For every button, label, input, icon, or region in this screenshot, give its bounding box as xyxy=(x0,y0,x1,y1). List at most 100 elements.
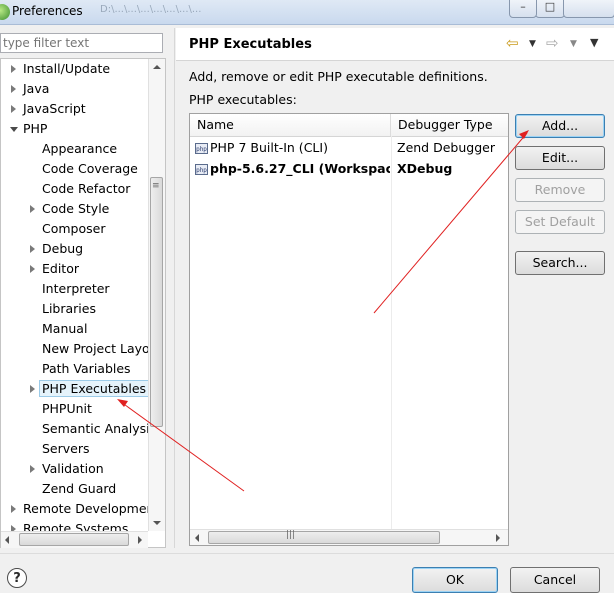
tree-item[interactable]: Code Refactor xyxy=(42,179,130,199)
page-description: Add, remove or edit PHP executable defin… xyxy=(189,69,488,84)
tree-item[interactable]: Path Variables xyxy=(42,359,131,379)
tree-item[interactable]: Remote Development xyxy=(11,499,160,519)
help-icon[interactable]: ? xyxy=(7,568,27,588)
tree-item[interactable]: Zend Guard xyxy=(42,479,116,499)
view-menu-chevron-down-icon[interactable]: ▼ xyxy=(590,33,598,53)
tree-item[interactable]: PHP Executables xyxy=(30,379,150,399)
executable-name: PHP 7 Built-In (CLI) xyxy=(210,140,328,155)
collapsed-chevron-icon[interactable] xyxy=(30,385,35,393)
scroll-thumb[interactable] xyxy=(19,533,129,546)
preference-tree[interactable]: Install/Update Java JavaScript PHP Appearanc… xyxy=(0,58,166,548)
collapsed-chevron-icon[interactable] xyxy=(11,505,16,513)
scroll-up-icon[interactable] xyxy=(153,65,161,69)
table-row[interactable]: phpphp-5.6.27_CLI (Workspace ... XDebug xyxy=(190,159,508,179)
scroll-left-icon[interactable] xyxy=(5,536,9,544)
tree-item[interactable]: Composer xyxy=(42,219,105,239)
tree-vertical-scrollbar[interactable]: ≡ xyxy=(148,59,165,531)
tree-horizontal-scrollbar[interactable] xyxy=(1,531,148,548)
filter-input[interactable] xyxy=(3,35,153,51)
scroll-left-icon[interactable] xyxy=(195,534,199,542)
forward-arrow-icon[interactable]: ⇨ xyxy=(546,33,559,53)
edit-button[interactable]: Edit... xyxy=(515,146,605,170)
search-button[interactable]: Search... xyxy=(515,251,605,275)
tree-item[interactable]: Java xyxy=(11,79,50,99)
tree-item[interactable]: Code Coverage xyxy=(42,159,138,179)
back-arrow-icon[interactable]: ⇦ xyxy=(506,33,519,53)
minimize-icon[interactable]: – xyxy=(509,0,537,18)
page-title: PHP Executables xyxy=(189,37,312,52)
tree-item-label: Java xyxy=(23,81,50,96)
ok-button[interactable]: OK xyxy=(412,567,498,593)
tree-item-label: Remote Development xyxy=(23,501,160,516)
executables-table[interactable]: Name Debugger Type php PHP 7 Built-In (CL… xyxy=(189,113,509,546)
debugger-cell: Zend Debugger xyxy=(397,140,495,155)
tree-item[interactable]: Editor xyxy=(30,259,79,279)
column-header-debugger-type[interactable]: Debugger Type xyxy=(391,114,508,136)
tree-item-label: Zend Guard xyxy=(42,481,117,496)
close-icon[interactable] xyxy=(563,0,614,18)
tree-item-label: Code Refactor xyxy=(42,181,131,196)
scroll-right-icon[interactable] xyxy=(138,536,142,544)
tree-item-label: Appearance xyxy=(42,141,118,156)
tree-item[interactable]: Servers xyxy=(42,439,90,459)
cancel-button[interactable]: Cancel xyxy=(510,567,600,593)
tree-item-label: Code Coverage xyxy=(42,161,138,176)
tree-item-label: Composer xyxy=(42,221,106,236)
tree-item[interactable]: PHPUnit xyxy=(42,399,92,419)
panel-divider[interactable] xyxy=(174,28,175,548)
collapsed-chevron-icon[interactable] xyxy=(11,65,16,73)
column-header-name[interactable]: Name xyxy=(190,114,391,136)
tree-item[interactable]: New Project Layout xyxy=(42,339,162,359)
tree-item-label: PHPUnit xyxy=(42,401,92,416)
tree-item[interactable]: Semantic Analysis xyxy=(42,419,156,439)
scroll-thumb[interactable] xyxy=(150,177,163,427)
tree-item-label: Editor xyxy=(42,261,79,276)
column-separator xyxy=(391,136,392,530)
tree-item[interactable]: Interpreter xyxy=(42,279,110,299)
scroll-down-icon[interactable] xyxy=(153,521,161,525)
scroll-thumb[interactable] xyxy=(208,531,440,544)
table-row[interactable]: php PHP 7 Built-In (CLI) Zend Debugger xyxy=(190,138,508,158)
grip-icon: ≡ xyxy=(152,181,160,191)
php-icon: php xyxy=(195,143,208,154)
tree-item-label: JavaScript xyxy=(23,101,86,116)
forward-menu-chevron-down-icon[interactable]: ▼ xyxy=(570,34,577,54)
tree-item-label: Debug xyxy=(42,241,84,256)
tree-item[interactable]: Appearance xyxy=(42,139,117,159)
collapsed-chevron-icon[interactable] xyxy=(11,105,16,113)
tree-item-label: PHP xyxy=(23,121,48,136)
tree-item[interactable]: Libraries xyxy=(42,299,96,319)
tree-item-label: Semantic Analysis xyxy=(42,421,157,436)
add-button[interactable]: Add... xyxy=(515,114,605,138)
title-bar[interactable]: Preferences D:\...\...\...\...\...\...\.… xyxy=(0,0,614,25)
tree-item[interactable]: Install/Update xyxy=(11,59,111,79)
tree-item[interactable]: Manual xyxy=(42,319,87,339)
tree-item-label: Install/Update xyxy=(23,61,111,76)
back-menu-chevron-down-icon[interactable]: ▼ xyxy=(529,34,536,54)
scroll-right-icon[interactable] xyxy=(496,534,500,542)
tree-item[interactable]: JavaScript xyxy=(11,99,86,119)
tree-item[interactable]: Code Style xyxy=(30,199,109,219)
collapsed-chevron-icon[interactable] xyxy=(30,265,35,273)
tree-item-label: Manual xyxy=(42,321,88,336)
collapsed-chevron-icon[interactable] xyxy=(30,465,35,473)
table-header: Name Debugger Type xyxy=(190,114,508,137)
table-horizontal-scrollbar[interactable]: ||| xyxy=(190,529,508,545)
tree-item-label: Servers xyxy=(42,441,90,456)
collapsed-chevron-icon[interactable] xyxy=(30,245,35,253)
name-cell: php PHP 7 Built-In (CLI) xyxy=(195,138,390,158)
tree-item[interactable]: PHP xyxy=(10,119,48,139)
collapsed-chevron-icon[interactable] xyxy=(11,85,16,93)
eclipse-app-icon xyxy=(0,4,10,20)
executables-label: PHP executables: xyxy=(189,92,297,107)
filter-field[interactable] xyxy=(0,33,163,53)
restore-icon[interactable]: □ xyxy=(535,0,565,18)
name-cell: phpphp-5.6.27_CLI (Workspace ... xyxy=(195,159,390,179)
expanded-chevron-icon[interactable] xyxy=(10,127,18,132)
tree-item-label: Libraries xyxy=(42,301,96,316)
collapsed-chevron-icon[interactable] xyxy=(30,205,35,213)
remove-button[interactable]: Remove xyxy=(515,178,605,202)
tree-item[interactable]: Debug xyxy=(30,239,84,259)
set-default-button[interactable]: Set Default xyxy=(515,210,605,234)
tree-item[interactable]: Validation xyxy=(30,459,104,479)
